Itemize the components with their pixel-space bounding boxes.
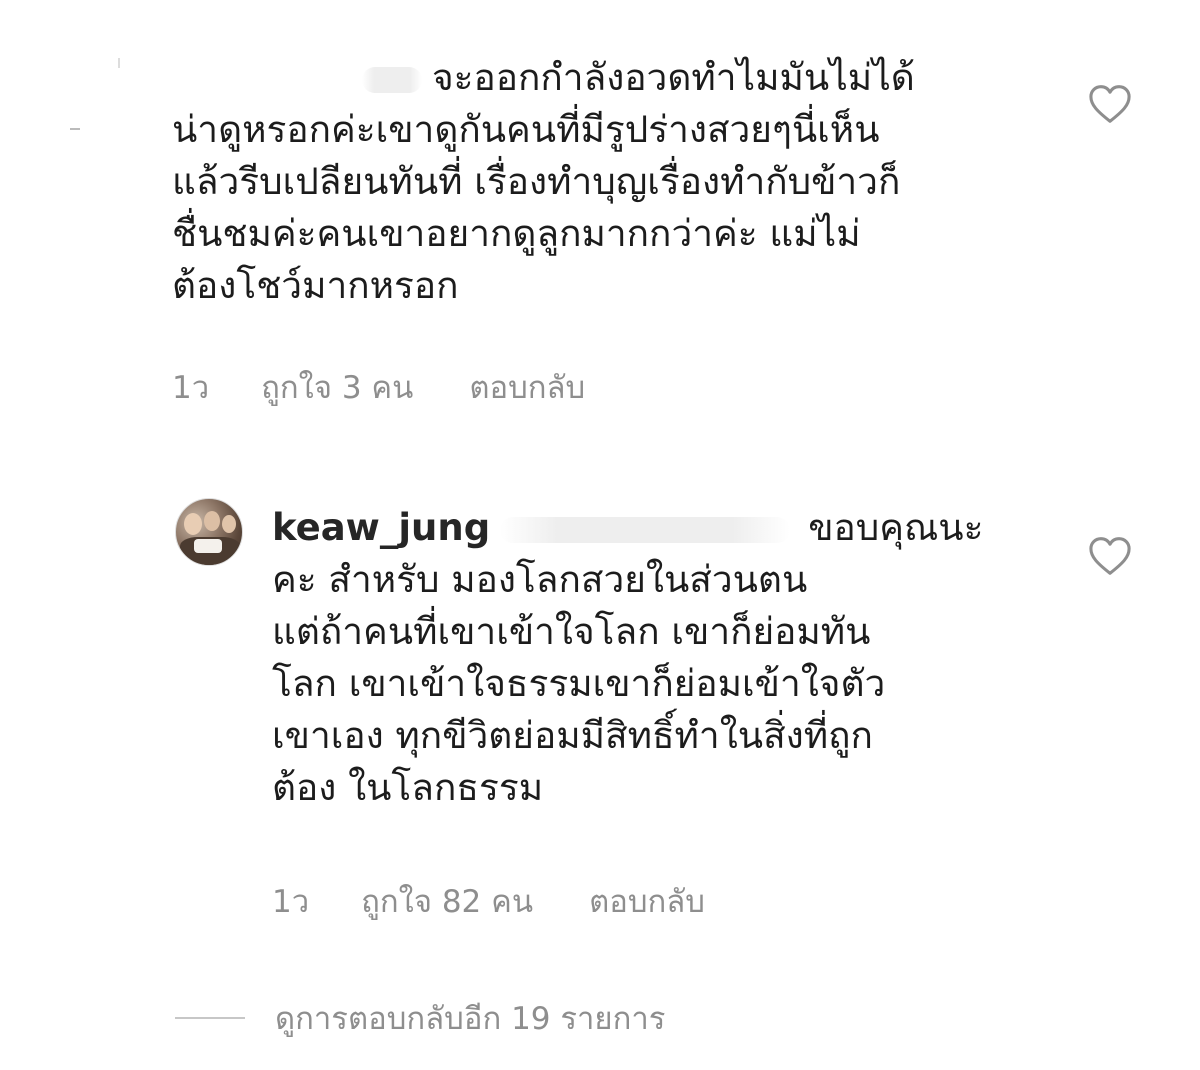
comment-1-line-4: ชื่นชมค่ะคนเขาอยากดูลูกมากกว่าค่ะ แม่ไม่ xyxy=(172,212,861,255)
reply-button[interactable]: ตอบกลับ xyxy=(589,876,705,926)
heart-outline-icon xyxy=(1089,537,1131,575)
edge-artifact xyxy=(118,58,120,68)
redacted-username xyxy=(362,66,422,93)
comment-1-line-3: แล้วรีบเปลียนทันที่ เรื่องทำบุญเรื่องทำก… xyxy=(172,160,901,203)
comment-2-line-1-text: ขอบคุณนะ xyxy=(808,506,984,549)
comment-1-line-1: จะออกกำลังอวดทำไมมันไม่ได้ xyxy=(172,52,915,104)
replies-divider-line xyxy=(175,1017,245,1019)
view-more-replies-label: ดูการตอบกลับอีก 19 รายการ xyxy=(275,1001,666,1037)
like-count[interactable]: ถูกใจ 82 คน xyxy=(361,876,533,926)
like-button[interactable] xyxy=(1088,84,1132,124)
comment-1-line-2: น่าดูหรอกค่ะเขาดูกันคนที่มีรูปร่างสวยๆนี… xyxy=(172,108,880,151)
comment-1-text: จะออกกำลังอวดทำไมมันไม่ได้ น่าดูหรอกค่ะเ… xyxy=(172,52,915,312)
comment-2-line-6: ต้อง ในโลกธรรม xyxy=(272,766,544,809)
heart-outline-icon xyxy=(1089,85,1131,123)
comment-time: 1ว xyxy=(172,370,210,406)
comment-2-text: keaw_jung ขอบคุณนะ คะ สำหรับ มองโลกสวยในส… xyxy=(272,502,983,814)
comment-2-line-4: โลก เขาเข้าใจธรรมเขาก็ย่อมเข้าใจตัว xyxy=(272,662,886,705)
comment-1-line-1-text: จะออกกำลังอวดทำไมมันไม่ได้ xyxy=(432,56,915,99)
comment-2-line-1: keaw_jung ขอบคุณนะ xyxy=(272,502,983,554)
comment-2-line-2: คะ สำหรับ มองโลกสวยในส่วนตน xyxy=(272,558,808,601)
comment-time: 1ว xyxy=(272,884,310,920)
view-more-replies-button[interactable]: ดูการตอบกลับอีก 19 รายการ xyxy=(175,993,665,1043)
username-link[interactable]: keaw_jung xyxy=(272,506,490,549)
redacted-mention xyxy=(500,516,791,543)
like-button[interactable] xyxy=(1088,536,1132,576)
comment-2-meta: 1ว ถูกใจ 82 คน ตอบกลับ xyxy=(272,876,705,926)
like-count[interactable]: ถูกใจ 3 คน xyxy=(261,362,413,412)
edge-artifact xyxy=(70,128,80,130)
comment-2-line-3: แต่ถ้าคนที่เขาเข้าใจโลก เขาก็ย่อมทัน xyxy=(272,610,871,653)
avatar[interactable] xyxy=(175,498,243,566)
reply-button[interactable]: ตอบกลับ xyxy=(469,362,585,412)
comment-1-meta: 1ว ถูกใจ 3 คน ตอบกลับ xyxy=(172,362,585,412)
comment-1-line-5: ต้องโชว์มากหรอก xyxy=(172,264,459,307)
comment-2-line-5: เขาเอง ทุกขีวิตย่อมมีสิทธิ์ทำในสิ่งที่ถู… xyxy=(272,714,873,757)
